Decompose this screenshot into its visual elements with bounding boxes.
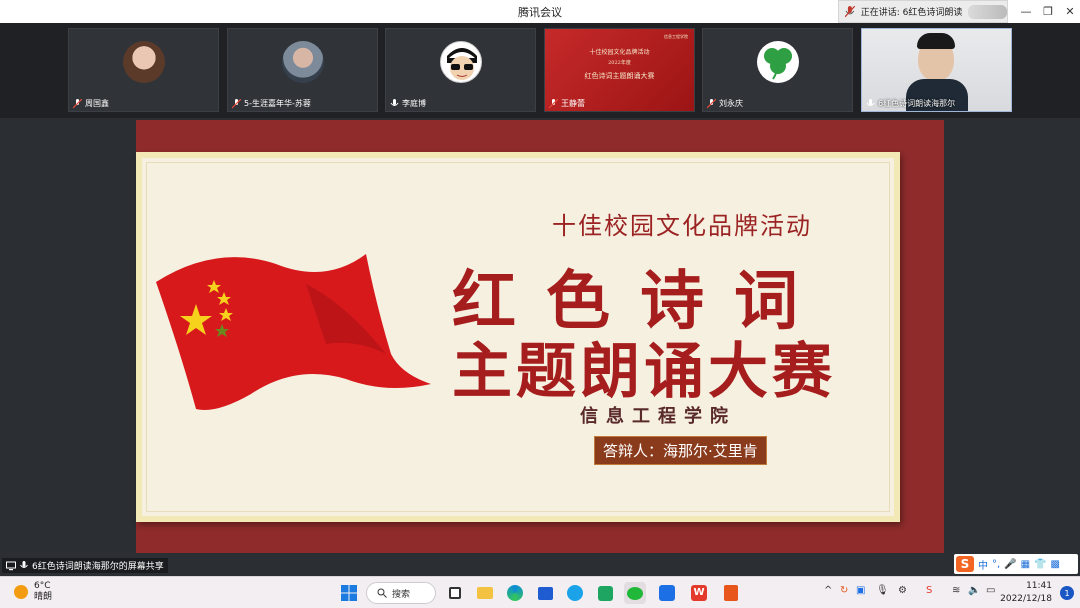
speaking-text: 正在讲话: 6红色诗词朗读... <box>860 8 963 18</box>
sun-icon <box>14 585 28 599</box>
weather-widget[interactable]: 6°C 晴朗 <box>14 581 52 603</box>
presenter-box: 答辩人：海那尔·艾里肯 <box>594 436 767 465</box>
store-icon[interactable] <box>534 582 556 604</box>
ime-toolbar[interactable]: S 中 °, 🎤 ▦ 👕 ▩ <box>954 554 1078 574</box>
mic-muted-icon <box>707 98 716 108</box>
mic-muted-icon <box>232 98 241 108</box>
participant-tile[interactable]: 信息工程学院 十佳校园文化品牌活动 2022年度 红色诗词主题朗诵大赛 王静蕾 <box>544 28 695 112</box>
sogou-tray-icon[interactable]: S <box>926 585 932 596</box>
microphone-icon[interactable]: 🎙 <box>876 585 889 596</box>
ime-mode[interactable]: 中 <box>978 557 988 572</box>
start-button[interactable] <box>338 582 360 604</box>
mic-icon <box>866 98 875 106</box>
system-clock[interactable]: 11:41 2022/12/18 <box>1000 580 1052 606</box>
volume-icon[interactable]: 🔈 <box>968 585 980 596</box>
windows-icon <box>341 585 357 601</box>
window-title-bar: 腾讯会议 正在讲话: 6红色诗词朗读... — ❐ ✕ <box>0 0 1080 23</box>
avatar <box>281 41 324 83</box>
restore-button[interactable]: ❐ <box>1036 0 1060 23</box>
weather-condition: 晴朗 <box>34 592 53 602</box>
battery-icon[interactable]: ▭ <box>986 585 995 596</box>
screen-share-text: 6红色诗词朗读海那尔的屏幕共享 <box>32 562 164 572</box>
edge-icon[interactable] <box>564 582 586 604</box>
clock-date: 2022/12/18 <box>1000 594 1052 604</box>
tencent-meeting-icon[interactable] <box>656 582 678 604</box>
slide-panel: 十佳校园文化品牌活动 红色诗词 主题朗诵大赛 信息工程学院 答辩人：海那尔·艾里… <box>136 152 900 522</box>
china-flag-icon <box>156 254 431 410</box>
chevron-up-icon[interactable]: ^ <box>824 585 832 596</box>
screen-share-area: 十佳校园文化品牌活动 红色诗词 主题朗诵大赛 信息工程学院 答辩人：海那尔·艾里… <box>0 118 1080 558</box>
edge-browser-icon[interactable] <box>504 582 526 604</box>
mic-muted-icon <box>73 98 82 108</box>
share-status-bar: 6红色诗词朗读海那尔的屏幕共享 S 中 °, 🎤 ▦ 👕 ▩ <box>0 554 1080 576</box>
avatar <box>756 41 799 83</box>
participant-tile[interactable]: 李庭博 <box>385 28 536 112</box>
presentation-app-icon[interactable] <box>720 582 742 604</box>
task-view-icon[interactable] <box>444 582 466 604</box>
sogou-logo-icon: S <box>956 556 974 572</box>
presentation-slide: 十佳校园文化品牌活动 红色诗词 主题朗诵大赛 信息工程学院 答辩人：海那尔·艾里… <box>136 120 944 553</box>
participant-name: 周国鑫 <box>85 99 109 108</box>
participant-tile[interactable]: 周国鑫 <box>68 28 219 112</box>
slide-subtitle: 十佳校园文化品牌活动 <box>552 212 812 240</box>
mic-icon <box>20 560 28 568</box>
temperature: 6°C <box>34 581 51 591</box>
screen-share-icon <box>6 561 16 570</box>
taskbar: 6°C 晴朗 搜索 W ^ ↻ ▣ 🎙 ⚙ S ≋ 🔈 ▭ 11:41 2022… <box>0 576 1080 608</box>
cartoon-avatar-icon <box>446 48 477 80</box>
wifi-icon[interactable]: ≋ <box>952 585 960 596</box>
participant-strip: 周国鑫 5-生涯嘉年华-苏蓉 李庭博 信息工程学院 十佳校园文化品牌活动 202… <box>0 23 1080 118</box>
wps-icon[interactable]: W <box>688 582 710 604</box>
green-app-icon[interactable] <box>594 582 616 604</box>
taskbar-search[interactable]: 搜索 <box>366 582 436 604</box>
screen-share-label[interactable]: 6红色诗词朗读海那尔的屏幕共享 <box>2 558 168 573</box>
clover-icon <box>763 48 792 80</box>
participant-name: 王静蕾 <box>561 99 585 108</box>
wechat-icon[interactable] <box>624 582 646 604</box>
participant-name: 刘永庆 <box>719 99 743 108</box>
minimize-button[interactable]: — <box>1014 0 1038 23</box>
search-label: 搜索 <box>392 589 411 600</box>
slide-college: 信息工程学院 <box>580 406 736 427</box>
file-explorer-icon[interactable] <box>474 582 496 604</box>
close-button[interactable]: ✕ <box>1058 0 1080 23</box>
speaking-avatars <box>968 4 1007 19</box>
speaking-indicator[interactable]: 正在讲话: 6红色诗词朗读... <box>838 0 1008 23</box>
slide-title-line2: 主题朗诵大赛 <box>452 337 836 407</box>
participant-tile[interactable]: 5-生涯嘉年华-苏蓉 <box>227 28 378 112</box>
avatar <box>439 41 482 83</box>
tray-app-icon[interactable]: ▣ <box>856 585 865 596</box>
mic-muted-icon <box>845 5 855 17</box>
clock-time: 11:41 <box>1026 581 1052 591</box>
participant-name: 6红色诗词朗读海那尔 <box>878 99 956 108</box>
sync-icon[interactable]: ↻ <box>840 585 848 596</box>
punctuation-icon[interactable]: °, <box>992 559 1000 570</box>
participant-name: 5-生涯嘉年华-苏蓉 <box>244 99 311 108</box>
mic-icon <box>390 98 399 106</box>
voice-input-icon[interactable]: 🎤 <box>1004 559 1016 570</box>
participant-tile-video[interactable]: 6红色诗词朗读海那尔 <box>861 28 1012 112</box>
notification-badge[interactable]: 1 <box>1060 586 1074 600</box>
mic-muted-icon <box>549 98 558 108</box>
keyboard-icon[interactable]: ▦ <box>1021 559 1030 570</box>
toolbox-icon[interactable]: ▩ <box>1051 559 1060 570</box>
search-icon <box>377 588 387 598</box>
network-app-icon[interactable]: ⚙ <box>898 585 907 596</box>
participant-tile[interactable]: 刘永庆 <box>702 28 853 112</box>
avatar <box>122 41 165 83</box>
participant-name: 李庭博 <box>402 99 426 108</box>
skin-icon[interactable]: 👕 <box>1034 559 1046 570</box>
